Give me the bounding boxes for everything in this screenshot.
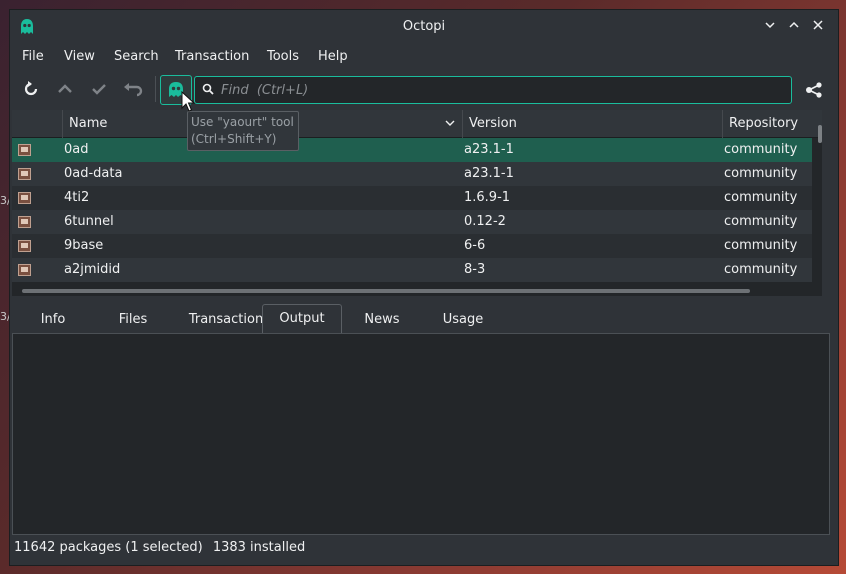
minimize-button[interactable]	[762, 19, 778, 35]
toolbar-separator	[155, 76, 156, 102]
output-pane[interactable]	[12, 333, 830, 535]
cell-version: 8-3	[464, 262, 486, 277]
search-icon	[202, 83, 214, 95]
menu-help[interactable]: Help	[318, 49, 348, 64]
toolbar	[10, 72, 838, 106]
package-not-installed-icon	[18, 192, 31, 204]
package-not-installed-icon	[18, 264, 31, 276]
cell-repository: community	[724, 166, 798, 181]
status-bar: 11642 packages (1 selected) 1383 install…	[14, 538, 305, 558]
package-not-installed-icon	[18, 216, 31, 228]
table-vertical-scrollbar[interactable]	[818, 125, 822, 143]
sync-database-button[interactable]	[18, 76, 44, 102]
close-icon	[813, 20, 823, 30]
table-row[interactable]: 6tunnel 0.12-2 community	[12, 210, 812, 234]
cell-repository: community	[724, 142, 798, 157]
menu-tools[interactable]: Tools	[267, 49, 299, 64]
column-header-name-label: Name	[69, 116, 108, 131]
refresh-icon	[24, 81, 38, 96]
table-row[interactable]: 0ad-data a23.1-1 community	[12, 162, 812, 186]
title-bar[interactable]: Octopi	[10, 10, 838, 44]
search-field[interactable]	[194, 76, 792, 104]
dependency-graph-button[interactable]	[802, 78, 826, 102]
yaourt-tooltip: Use "yaourt" tool (Ctrl+Shift+Y)	[187, 111, 299, 151]
chevron-down-icon	[765, 22, 775, 29]
cell-version: 1.6.9-1	[464, 190, 511, 205]
cell-version: 6-6	[464, 238, 486, 253]
cell-repository: community	[724, 262, 798, 277]
rollback-button[interactable]	[120, 76, 146, 102]
tab-info[interactable]: Info	[22, 306, 84, 334]
tooltip-line-2: (Ctrl+Shift+Y)	[191, 132, 277, 146]
window-title: Octopi	[402, 19, 446, 34]
close-button[interactable]	[810, 19, 826, 35]
cell-repository: community	[724, 214, 798, 229]
menu-search[interactable]: Search	[114, 49, 159, 64]
table-row[interactable]: a2jmidid 8-3 community	[12, 258, 812, 282]
chevron-up-icon	[789, 21, 799, 28]
cell-name: 0ad	[64, 142, 89, 157]
system-upgrade-button[interactable]	[52, 76, 78, 102]
table-row[interactable]: 0ad a23.1-1 community	[12, 138, 812, 162]
table-row[interactable]: 9base 6-6 community	[12, 234, 812, 258]
menu-view[interactable]: View	[64, 49, 95, 64]
check-icon	[92, 84, 106, 95]
cell-name: 0ad-data	[64, 166, 123, 181]
column-header-repository[interactable]: Repository	[722, 110, 822, 138]
commit-button[interactable]	[86, 76, 112, 102]
mouse-pointer-icon	[181, 91, 195, 112]
tab-news[interactable]: News	[352, 306, 412, 334]
cell-name: 4ti2	[64, 190, 90, 205]
undo-icon	[124, 83, 143, 97]
maximize-button[interactable]	[786, 19, 802, 35]
package-not-installed-icon	[18, 240, 31, 252]
cell-repository: community	[724, 238, 798, 253]
menu-bar: File View Search Transaction Tools Help	[10, 44, 838, 70]
tab-usage[interactable]: Usage	[430, 306, 496, 334]
column-header-version[interactable]: Version	[462, 110, 722, 138]
package-not-installed-icon	[18, 168, 31, 180]
menu-file[interactable]: File	[22, 49, 44, 64]
column-header-icon[interactable]	[12, 110, 62, 138]
octopi-window: Octopi File View Search Transaction Tool…	[9, 9, 839, 566]
tooltip-line-1: Use "yaourt" tool	[191, 115, 294, 129]
menu-transaction[interactable]: Transaction	[175, 49, 249, 64]
cell-version: 0.12-2	[464, 214, 506, 229]
table-horizontal-scrollbar[interactable]	[22, 289, 750, 293]
package-not-installed-icon	[18, 144, 31, 156]
table-row[interactable]: 4ti2 1.6.9-1 community	[12, 186, 812, 210]
cell-version: a23.1-1	[464, 166, 514, 181]
chevron-up-icon	[58, 84, 72, 93]
table-header: Name Version Repository	[12, 110, 822, 138]
share-nodes-icon	[806, 82, 822, 98]
cell-repository: community	[724, 190, 798, 205]
sort-descending-icon	[445, 120, 455, 126]
package-table: Name Version Repository 0ad a23.1-1 comm…	[12, 110, 822, 296]
cell-name: 6tunnel	[64, 214, 114, 229]
installed-count: 1383 installed	[212, 540, 306, 555]
cell-name: 9base	[64, 238, 104, 253]
cell-version: a23.1-1	[464, 142, 514, 157]
tab-output[interactable]: Output	[262, 304, 342, 334]
details-tab-bar: Info Files Transaction Output News Usage	[12, 304, 832, 334]
tab-files[interactable]: Files	[102, 306, 164, 334]
cell-name: a2jmidid	[64, 262, 121, 277]
search-input[interactable]	[217, 80, 777, 100]
package-count: 11642 packages (1 selected)	[14, 540, 203, 555]
